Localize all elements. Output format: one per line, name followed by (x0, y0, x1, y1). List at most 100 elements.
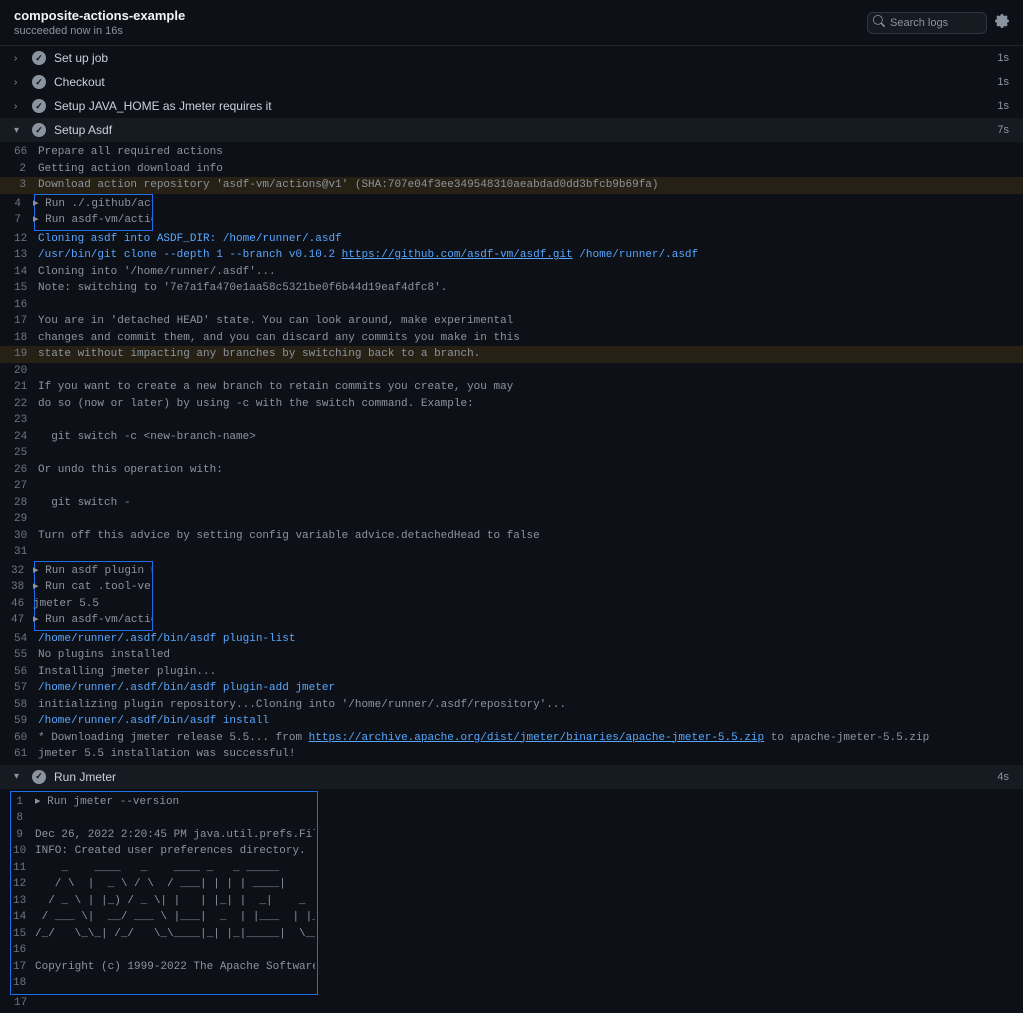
log-group-box[interactable]: 1▸ Run jmeter --version89Dec 26, 2022 2:… (10, 791, 318, 995)
log-line: 56Installing jmeter plugin... (0, 664, 1023, 681)
log-text: ▸ Run ./.github/actions/setup-asdf (33, 196, 152, 213)
line-number: 24 (14, 429, 38, 446)
step-name: Setup JAVA_HOME as Jmeter requires it (54, 99, 989, 113)
log-line: 57/home/runner/.asdf/bin/asdf plugin-add… (0, 680, 1023, 697)
search-wrap (867, 12, 987, 34)
log-line: 12Cloning asdf into ASDF_DIR: /home/runn… (0, 231, 1023, 248)
log-text: / _ \ | |_) / _ \| | | |_| | _| _ | | |\… (35, 893, 315, 910)
log-line: 38▸ Run cat .tool-versions (35, 579, 152, 596)
log-line: 61jmeter 5.5 installation was successful… (0, 746, 1023, 763)
check-icon: ✓ (32, 75, 46, 89)
line-number: 15 (13, 926, 35, 943)
line-number: 17 (14, 995, 38, 1012)
step-row[interactable]: ▾ ✓ Setup Asdf 7s (0, 118, 1023, 142)
step-row[interactable]: › ✓ Setup JAVA_HOME as Jmeter requires i… (0, 94, 1023, 118)
log-line: 13/usr/bin/git clone --depth 1 --branch … (0, 247, 1023, 264)
line-number: 56 (14, 664, 38, 681)
line-number: 19 (14, 346, 38, 363)
header-title-block: composite-actions-example succeeded now … (14, 8, 185, 37)
log-text: do so (now or later) by using -c with th… (38, 396, 474, 413)
log-text: initializing plugin repository...Cloning… (38, 697, 566, 714)
log-text: You are in 'detached HEAD' state. You ca… (38, 313, 513, 330)
log-text: state without impacting any branches by … (38, 346, 480, 363)
log-line: 47▸ Run asdf-vm/actions/install@v1 (35, 612, 152, 629)
search-input[interactable] (867, 12, 987, 34)
log-line: 28 git switch - (0, 495, 1023, 512)
log-text: Or undo this operation with: (38, 462, 223, 479)
log-line: 18 (11, 975, 317, 992)
log-line: 22do so (now or later) by using -c with … (0, 396, 1023, 413)
log-text: ▸ Run asdf plugin update --all (33, 563, 152, 580)
line-number: 59 (14, 713, 38, 730)
log-text: If you want to create a new branch to re… (38, 379, 513, 396)
log-text: Cloning asdf into ASDF_DIR: /home/runner… (38, 231, 342, 248)
step-row[interactable]: › ✓ Checkout 1s (0, 70, 1023, 94)
gear-icon[interactable] (995, 14, 1009, 31)
log-line: 19state without impacting any branches b… (0, 346, 1023, 363)
log-text: _ ____ _ ____ _ _ _____ _ __ __ _____ __… (35, 860, 315, 877)
line-number: 61 (14, 746, 38, 763)
line-number: 13 (13, 893, 35, 910)
step-duration: 1s (997, 52, 1009, 64)
step-duration: 1s (997, 76, 1009, 88)
workflow-title: composite-actions-example (14, 8, 185, 23)
log-line: 15/_/ \_\_| /_/ \_\____|_| |_|_____| \__… (11, 926, 317, 943)
line-number: 18 (13, 975, 35, 992)
log-text: git switch - (38, 495, 130, 512)
log-text: /home/runner/.asdf/bin/asdf plugin-add j… (38, 680, 335, 697)
line-number: 46 (11, 596, 33, 613)
log-text: No plugins installed (38, 647, 170, 664)
line-number: 60 (14, 730, 38, 747)
log-line: 26Or undo this operation with: (0, 462, 1023, 479)
log-line: 59/home/runner/.asdf/bin/asdf install (0, 713, 1023, 730)
log-body: 66Prepare all required actions2Getting a… (0, 142, 1023, 765)
line-number: 32 (11, 563, 33, 580)
step-row[interactable]: ▾ ✓ Run Jmeter 4s (0, 765, 1023, 789)
line-number: 23 (14, 412, 38, 429)
log-line: 2Getting action download info (0, 161, 1023, 178)
log-line: 46jmeter 5.5 (35, 596, 152, 613)
line-number: 30 (14, 528, 38, 545)
check-icon: ✓ (32, 51, 46, 65)
line-number: 12 (14, 231, 38, 248)
log-line: 23 (0, 412, 1023, 429)
log-text: / \ | _ \ / \ / ___| | | | ____| | | \/ … (35, 876, 315, 893)
line-number: 21 (14, 379, 38, 396)
step-name: Run Jmeter (54, 770, 989, 784)
step-row[interactable]: › ✓ Set up job 1s (0, 46, 1023, 70)
log-text: ▸ Run asdf-vm/actions/setup@v1 (33, 212, 152, 229)
log-text: / ___ \| __/ ___ \ |___| _ | |___ | |_| … (35, 909, 315, 926)
line-number: 3 (14, 177, 38, 194)
line-number: 4 (11, 196, 33, 213)
workflow-status: succeeded now in 16s (14, 25, 185, 37)
workflow-header: composite-actions-example succeeded now … (0, 0, 1023, 46)
line-number: 16 (13, 942, 35, 959)
line-number: 12 (13, 876, 35, 893)
line-number: 25 (14, 445, 38, 462)
line-number: 2 (14, 161, 38, 178)
line-number: 16 (14, 297, 38, 314)
line-number: 18 (14, 330, 38, 347)
header-controls (867, 12, 1009, 34)
check-icon: ✓ (32, 99, 46, 113)
log-line: 10INFO: Created user preferences directo… (11, 843, 317, 860)
line-number: 17 (13, 959, 35, 976)
log-text: changes and commit them, and you can dis… (38, 330, 520, 347)
log-group-box[interactable]: 32▸ Run asdf plugin update --all38▸ Run … (34, 561, 153, 631)
line-number: 11 (13, 860, 35, 877)
step-duration: 1s (997, 100, 1009, 112)
log-group-box[interactable]: 4▸ Run ./.github/actions/setup-asdf7▸ Ru… (34, 194, 153, 231)
line-number: 28 (14, 495, 38, 512)
log-line: 17Copyright (c) 1999-2022 The Apache Sof… (11, 959, 317, 976)
line-number: 54 (14, 631, 38, 648)
log-text: Dec 26, 2022 2:20:45 PM java.util.prefs.… (35, 827, 315, 844)
log-text: /home/runner/.asdf/bin/asdf install (38, 713, 269, 730)
log-line: 60* Downloading jmeter release 5.5... fr… (0, 730, 1023, 747)
log-line: 31 (0, 544, 1023, 561)
line-number: 38 (11, 579, 33, 596)
log-line: 27 (0, 478, 1023, 495)
log-line: 8 (11, 810, 317, 827)
log-text: /usr/bin/git clone --depth 1 --branch v0… (38, 247, 698, 264)
line-number: 10 (13, 843, 35, 860)
log-line: 17 (0, 995, 1023, 1012)
